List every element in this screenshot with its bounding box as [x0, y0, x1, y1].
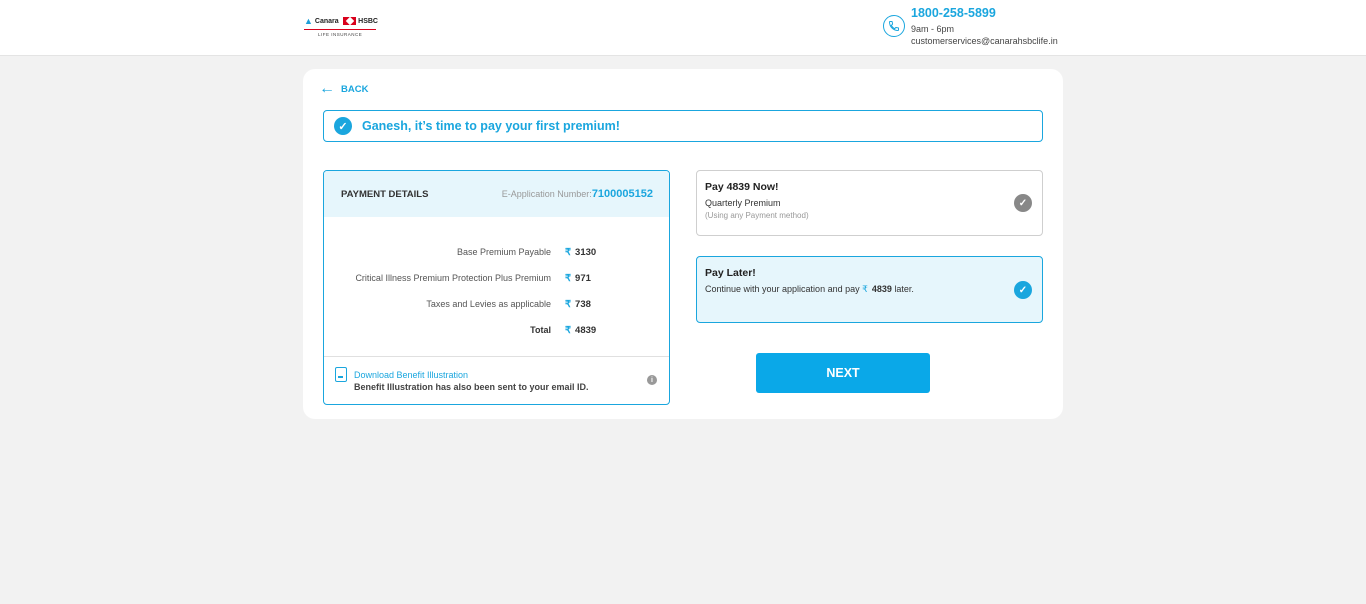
- phone-icon: [883, 15, 905, 37]
- pay-later-description: Continue with your application and pay ₹…: [705, 284, 914, 294]
- benefit-illustration-note: Benefit Illustration has also been sent …: [354, 382, 589, 392]
- logo-brand-right: HSBC: [358, 17, 378, 25]
- premium-row-label: Critical Illness Premium Protection Plus…: [355, 273, 551, 283]
- application-number: E-Application Number:7100005152: [502, 188, 653, 200]
- premium-row-label: Taxes and Levies as applicable: [426, 299, 551, 309]
- premium-total-label: Total: [530, 325, 551, 335]
- premium-row: Critical Illness Premium Protection Plus…: [324, 265, 669, 291]
- arrow-left-icon: ←: [319, 80, 335, 97]
- pay-now-option[interactable]: Pay 4839 Now! Quarterly Premium (Using a…: [696, 170, 1043, 236]
- pay-now-title: Pay 4839 Now!: [705, 181, 779, 193]
- premium-row-value: ₹738: [565, 298, 591, 310]
- rupee-icon: ₹: [565, 324, 572, 336]
- rupee-icon: ₹: [565, 272, 572, 284]
- pay-now-method-note: (Using any Payment method): [705, 211, 809, 220]
- greeting-banner: ✓ Ganesh, it’s time to pay your first pr…: [323, 110, 1043, 142]
- premium-row: Taxes and Levies as applicable ₹738: [324, 291, 669, 317]
- download-benefit-illustration-link[interactable]: Download Benefit Illustration: [354, 370, 468, 380]
- greeting-text: Ganesh, it’s time to pay your first prem…: [362, 119, 620, 133]
- hsbc-logo-icon: [342, 17, 357, 25]
- logo-subtitle: LIFE INSURANCE: [318, 32, 363, 37]
- top-bar: ▲ Canara HSBC LIFE INSURANCE 1800-258-58…: [0, 0, 1366, 56]
- back-label: BACK: [341, 83, 369, 95]
- pay-later-amount: 4839: [871, 284, 892, 294]
- logo-brand-left: Canara: [314, 17, 339, 25]
- application-number-value: 7100005152: [591, 188, 653, 200]
- main-card: ← BACK ✓ Ganesh, it’s time to pay your f…: [303, 69, 1063, 419]
- premium-row-value: ₹3130: [565, 246, 597, 258]
- premium-total-value: ₹4839: [565, 324, 597, 336]
- canara-hsbc-logo[interactable]: ▲ Canara HSBC LIFE INSURANCE: [304, 16, 378, 42]
- unselected-check-icon: ✓: [1014, 194, 1032, 212]
- premium-breakdown: Base Premium Payable ₹3130 Critical Illn…: [324, 217, 669, 343]
- pdf-document-icon[interactable]: [335, 367, 347, 382]
- pay-later-option[interactable]: Pay Later! Continue with your applicatio…: [696, 256, 1043, 323]
- rupee-icon: ₹: [565, 246, 572, 258]
- payment-details-panel: PAYMENT DETAILS E-Application Number:710…: [323, 170, 670, 405]
- rupee-icon: ₹: [862, 284, 868, 294]
- benefit-illustration-footer: Download Benefit Illustration Benefit Il…: [324, 356, 669, 404]
- info-icon[interactable]: i: [647, 375, 657, 385]
- back-button[interactable]: ← BACK: [319, 81, 368, 97]
- premium-row-label: Base Premium Payable: [456, 247, 551, 257]
- check-circle-icon: ✓: [334, 117, 352, 135]
- support-email[interactable]: customerservices@canarahsbclife.in: [911, 36, 1058, 46]
- premium-total-row: Total ₹4839: [324, 317, 669, 343]
- pay-now-frequency: Quarterly Premium: [705, 198, 781, 208]
- premium-row-value: ₹971: [565, 272, 591, 284]
- application-number-label: E-Application Number:: [501, 189, 592, 199]
- premium-row: Base Premium Payable ₹3130: [324, 239, 669, 265]
- phone-number[interactable]: 1800-258-5899: [911, 6, 996, 20]
- payment-details-header: PAYMENT DETAILS E-Application Number:710…: [324, 171, 669, 217]
- payment-details-title: PAYMENT DETAILS: [341, 188, 429, 200]
- selected-check-icon: ✓: [1014, 281, 1032, 299]
- rupee-icon: ₹: [565, 298, 572, 310]
- pay-later-title: Pay Later!: [705, 267, 756, 279]
- canara-logo-icon: ▲: [304, 16, 313, 26]
- support-hours: 9am - 6pm: [911, 24, 955, 34]
- next-button[interactable]: NEXT: [756, 353, 930, 393]
